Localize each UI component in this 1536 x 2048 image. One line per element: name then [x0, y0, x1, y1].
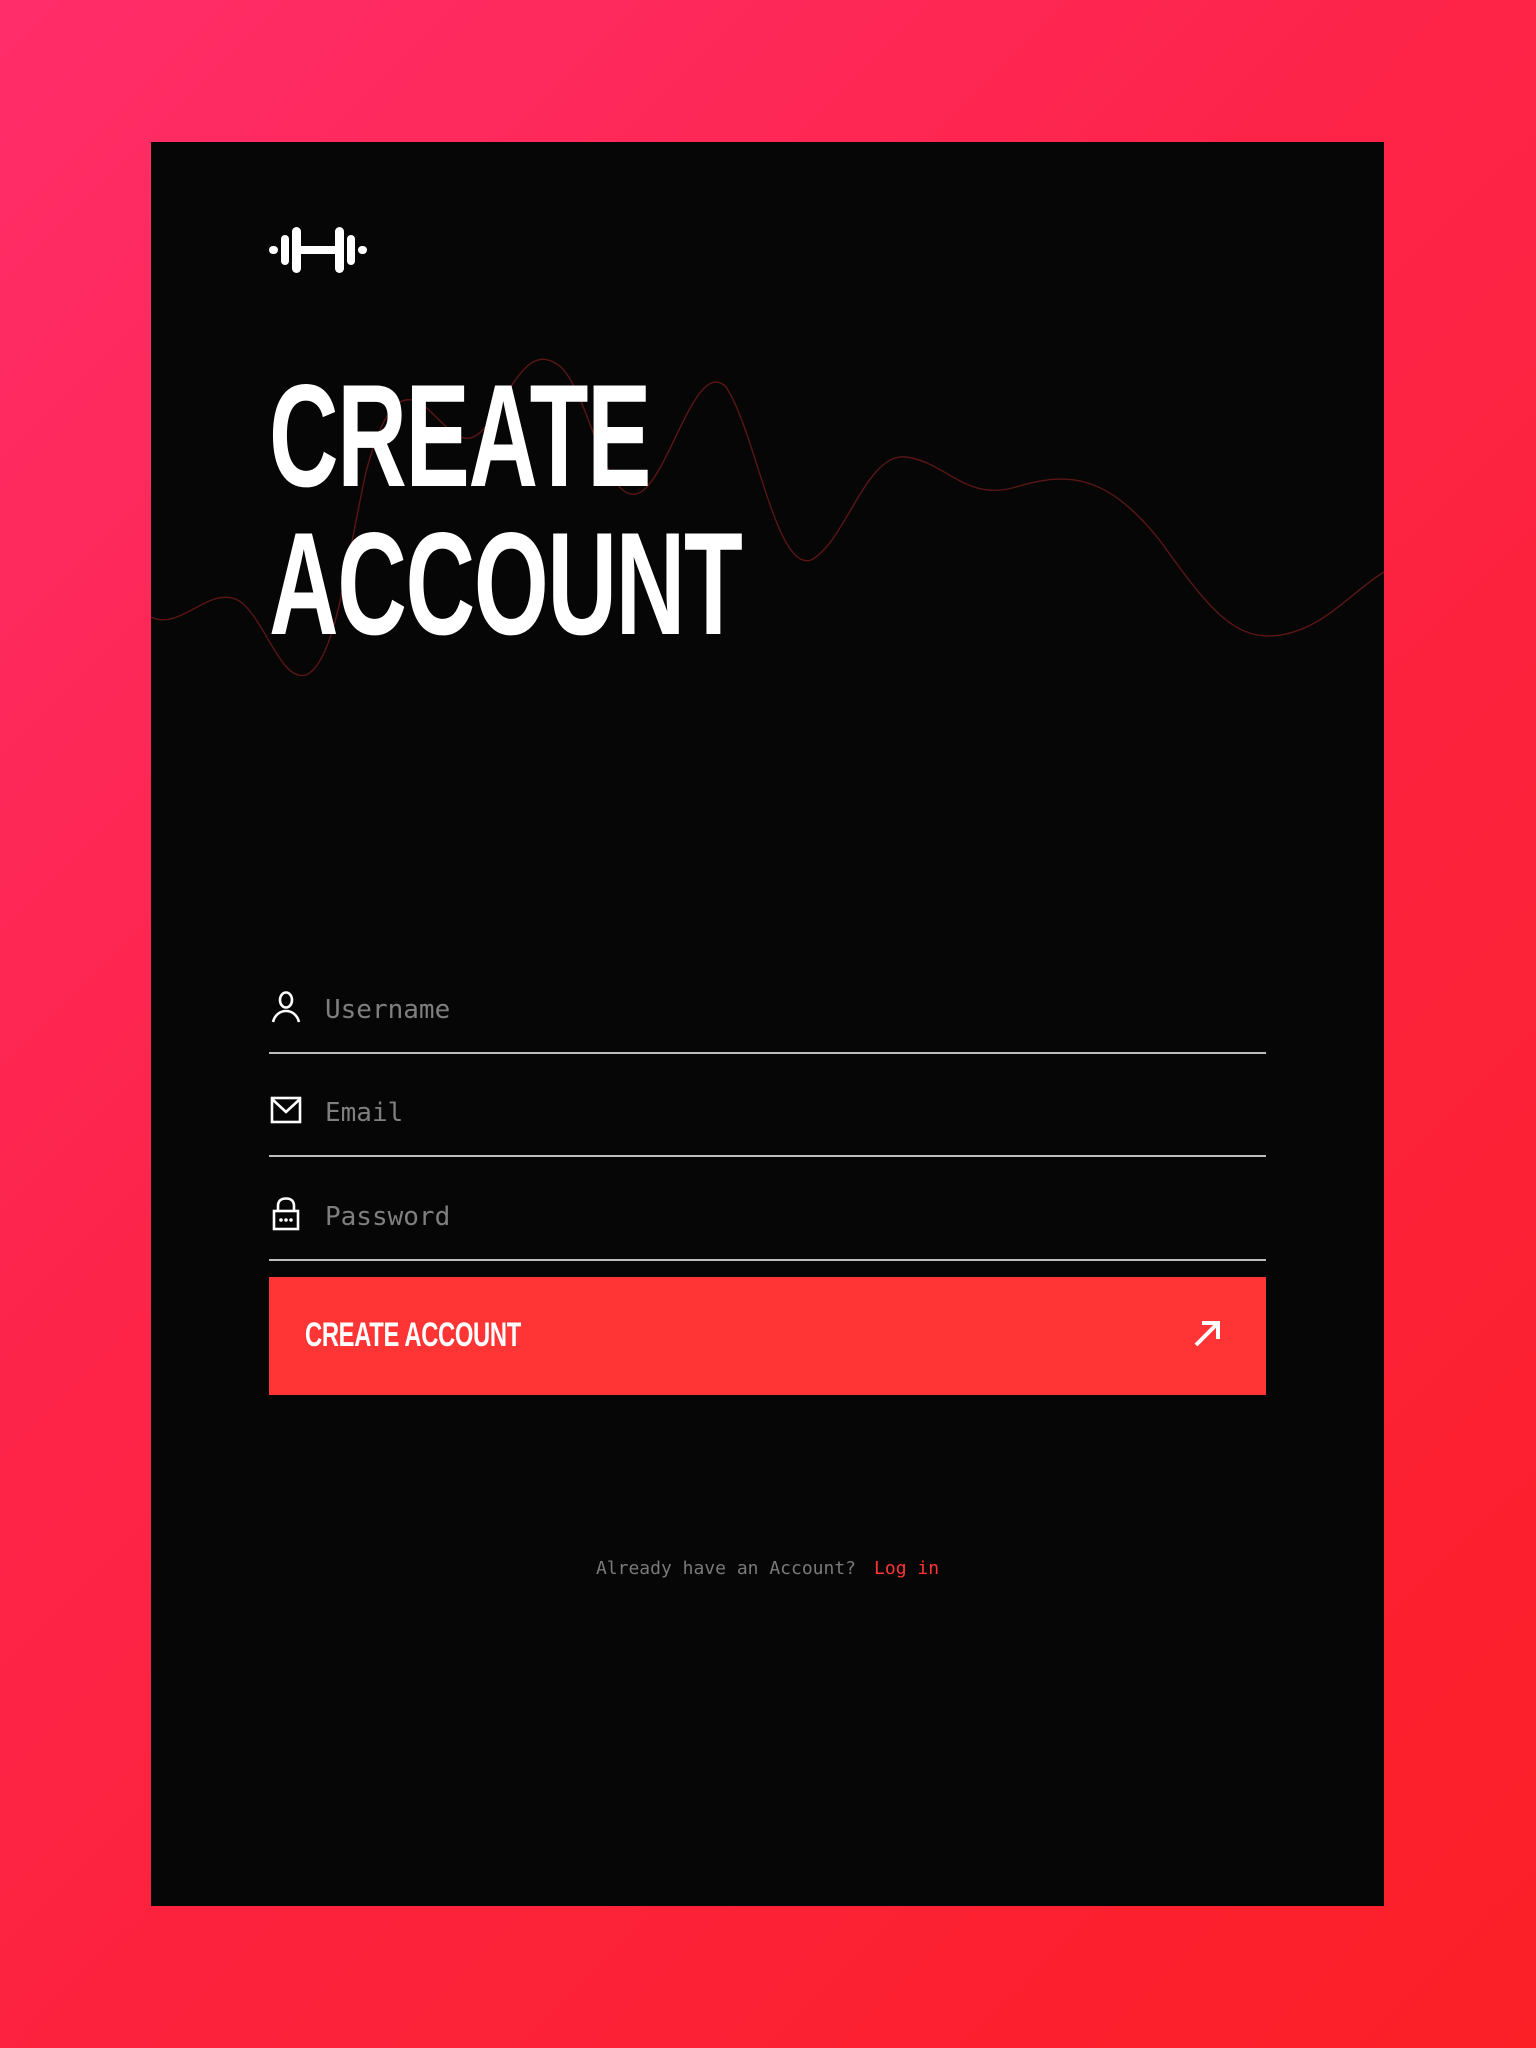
email-input[interactable] [325, 1085, 1245, 1141]
login-prompt: Already have an Account? Log in [151, 1558, 1384, 1579]
user-icon [271, 991, 301, 1023]
login-prompt-text: Already have an Account? [595, 1558, 857, 1579]
signup-card: CREATE ACCOUNT CREATE ACCOUNT [151, 142, 1384, 1906]
password-input[interactable] [325, 1189, 1245, 1245]
page-title: CREATE ACCOUNT [269, 354, 743, 665]
dumbbell-icon [269, 227, 367, 273]
username-input[interactable] [325, 982, 1245, 1038]
create-account-button[interactable]: CREATE ACCOUNT [269, 1277, 1266, 1395]
mail-icon [270, 1096, 302, 1124]
login-link[interactable]: Log in [874, 1558, 939, 1579]
username-field [269, 982, 1266, 1054]
email-field [269, 1085, 1266, 1157]
password-field [269, 1189, 1266, 1261]
title-line-1: CREATE [269, 354, 651, 517]
lock-icon [272, 1197, 300, 1231]
create-account-label: CREATE ACCOUNT [305, 1316, 521, 1354]
title-line-2: ACCOUNT [269, 502, 743, 665]
arrow-up-right-icon [1194, 1321, 1220, 1347]
